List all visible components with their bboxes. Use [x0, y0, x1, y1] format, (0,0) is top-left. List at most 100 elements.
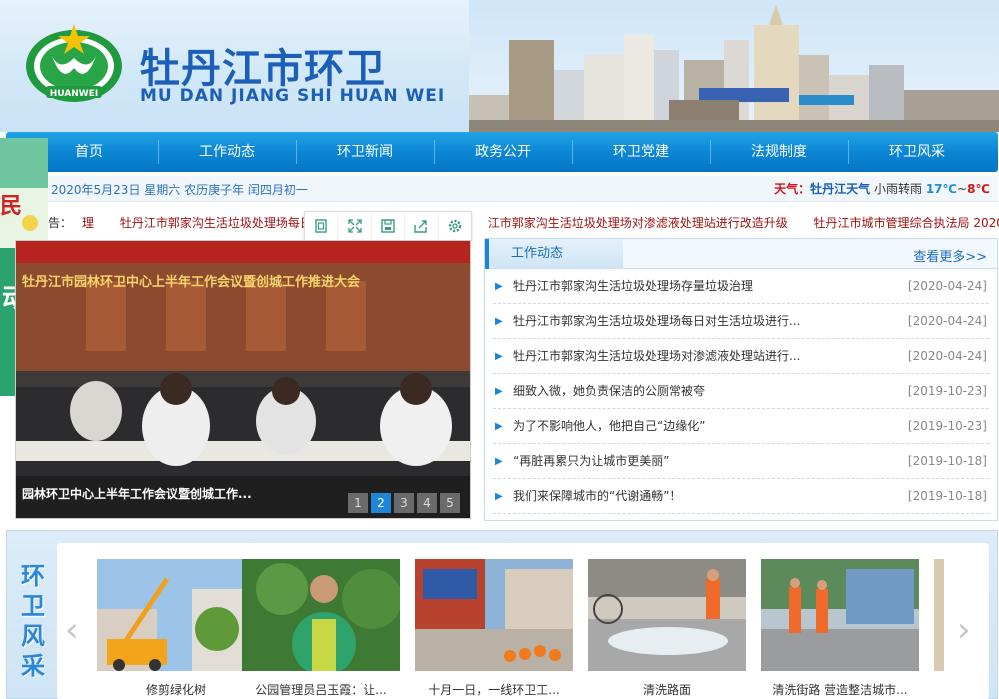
- notice-label: 告：: [48, 216, 73, 230]
- news-date: [2019-10-18]: [907, 489, 987, 503]
- arrow-right-icon: ▶: [495, 281, 503, 292]
- news-date: [2020-04-24]: [907, 314, 987, 328]
- nav-gallery[interactable]: 环卫风采: [848, 132, 986, 172]
- weather-desc: 小雨转雨: [873, 182, 922, 196]
- work-news-panel: 工作动态 查看更多>> ▶ 牡丹江市郭家沟生活垃圾处理场存量垃圾治理 [2020-0…: [484, 238, 998, 521]
- city-skyline-image: [469, 0, 999, 132]
- news-title[interactable]: 为了不影响他人，他把自己“边缘化”: [513, 409, 705, 444]
- news-item[interactable]: ▶ 为了不影响他人，他把自己“边缘化” [2019-10-23]: [493, 409, 989, 444]
- gallery-next-button[interactable]: ›: [957, 613, 971, 647]
- nav-regulations[interactable]: 法规制度: [710, 132, 848, 172]
- news-date: [2020-04-24]: [907, 279, 987, 293]
- gallery-item[interactable]: 修剪绿化树: [97, 559, 255, 698]
- gallery-caption: 修剪绿化树: [145, 683, 206, 697]
- news-item[interactable]: ▶ 细致入微，她负责保洁的公厕常被夸 [2019-10-23]: [493, 374, 989, 409]
- gallery-next-item-peek: [934, 559, 944, 671]
- nav-party-building[interactable]: 环卫党建: [572, 132, 710, 172]
- news-list: ▶ 牡丹江市郭家沟生活垃圾处理场存量垃圾治理 [2020-04-24] ▶ 牡丹江市郭家…: [485, 269, 997, 514]
- nav-sanitation-news[interactable]: 环卫新闻: [296, 132, 434, 172]
- news-title[interactable]: 我们来保障城市的“代谢通畅”！: [513, 479, 681, 514]
- arrow-right-icon: ▶: [495, 456, 503, 467]
- gallery-photo-tree-trimming: [97, 559, 255, 671]
- gallery-section: 环 卫 风 采 ‹ 修剪绿化树 公园管理员吕玉霞：让... 十月一日，一线环卫工…: [6, 530, 998, 699]
- arrow-right-icon: ▶: [495, 316, 503, 327]
- news-panel-header: 工作动态 查看更多>>: [485, 239, 997, 269]
- arrow-right-icon: ▶: [495, 351, 503, 362]
- slider-banner-text: 牡丹江市园林环卫中心上半年工作会议暨创城工作推进大会: [22, 275, 361, 290]
- gallery-carousel: ‹ 修剪绿化树 公园管理员吕玉霞：让... 十月一日，一线环卫工... 清洗路面…: [57, 543, 989, 699]
- gallery-label-char: 环: [21, 561, 45, 590]
- weather-widget: 天气：牡丹江天气 小雨转雨 17℃~8℃: [774, 180, 990, 197]
- news-title[interactable]: 牡丹江市郭家沟生活垃圾处理场对渗滤液处理站进行...: [513, 339, 800, 374]
- gallery-item[interactable]: 清洗街路 营造整洁城市...: [761, 559, 919, 698]
- notice-item[interactable]: 牡丹江市城市管理综合执法局 2020年: [814, 216, 999, 230]
- notice-item[interactable]: 牡丹江市郭家沟生活垃圾处理场每日: [120, 216, 312, 230]
- news-date: [2020-04-24]: [907, 349, 987, 363]
- view-more-link[interactable]: 查看更多>>: [913, 246, 987, 265]
- gallery-item[interactable]: 十月一日，一线环卫工...: [415, 559, 573, 698]
- slider-dot-active[interactable]: 2: [371, 493, 391, 513]
- news-title[interactable]: “再脏再累只为让城市更美丽”: [513, 444, 669, 479]
- news-date: [2019-10-23]: [907, 419, 987, 433]
- gallery-photo-park-worker: [242, 559, 402, 676]
- gear-icon[interactable]: [439, 212, 471, 240]
- gallery-label-char: 采: [21, 651, 45, 680]
- gallery-label-char: 卫: [21, 591, 45, 620]
- slider-dot[interactable]: 4: [417, 493, 437, 513]
- main-nav: 首页 工作动态 环卫新闻 政务公开 环卫党建 法规制度 环卫风采: [6, 132, 998, 172]
- gallery-label-char: 风: [21, 621, 45, 650]
- notice-item[interactable]: 江市郭家沟生活垃圾处理场对渗滤液处理站进行改造升级: [488, 216, 788, 230]
- site-logo[interactable]: HUANWEI: [22, 22, 126, 104]
- news-item[interactable]: ▶ “再脏再累只为让城市更美丽” [2019-10-18]: [493, 444, 989, 479]
- gallery-prev-button[interactable]: ‹: [65, 613, 79, 647]
- gallery-caption: 公园管理员吕玉霞：让...: [255, 683, 387, 697]
- gallery-photo-sanitation-workers: [415, 559, 573, 671]
- copy-icon[interactable]: [305, 212, 339, 240]
- arrow-right-icon: ▶: [495, 491, 503, 502]
- news-title[interactable]: 牡丹江市郭家沟生活垃圾处理场存量垃圾治理: [513, 269, 753, 304]
- gallery-item[interactable]: 清洗路面: [588, 559, 746, 698]
- temp-high: 8℃: [967, 182, 990, 196]
- news-item[interactable]: ▶ 牡丹江市郭家沟生活垃圾处理场每日对生活垃圾进行... [2020-04-24]: [493, 304, 989, 339]
- news-title[interactable]: 牡丹江市郭家沟生活垃圾处理场每日对生活垃圾进行...: [513, 304, 800, 339]
- slider-dot[interactable]: 1: [348, 493, 368, 513]
- svg-text:HUANWEI: HUANWEI: [50, 89, 99, 99]
- site-pinyin: MU DAN JIANG SHI HUAN WEI: [140, 86, 446, 106]
- weather-label: 天气：: [774, 182, 811, 196]
- image-toolbar: [304, 211, 472, 241]
- gallery-caption: 清洗路面: [642, 683, 691, 697]
- site-header: HUANWEI 牡丹江市环卫 MU DAN JIANG SHI HUAN WEI: [0, 0, 999, 132]
- arrow-right-icon: ▶: [495, 386, 503, 397]
- slider-dot[interactable]: 3: [394, 493, 414, 513]
- notice-marquee: 告： 理 牡丹江市郭家沟生活垃圾处理场每日 江市郭家沟生活垃圾处理场对渗滤液处理…: [0, 208, 999, 234]
- news-date: [2019-10-18]: [907, 454, 987, 468]
- news-item[interactable]: ▶ 我们来保障城市的“代谢通畅”！ [2019-10-18]: [493, 479, 989, 514]
- gallery-item[interactable]: 公园管理员吕玉霞：让...: [242, 559, 402, 698]
- save-icon[interactable]: [372, 212, 406, 240]
- date-weather-bar: 2020年5月23日 星期六 农历庚子年 闰四月初一 天气：牡丹江天气 小雨转雨…: [6, 176, 998, 202]
- nav-government-affairs[interactable]: 政务公开: [434, 132, 572, 172]
- slider-dot[interactable]: 5: [440, 493, 460, 513]
- gallery-label: 环 卫 风 采: [15, 561, 51, 681]
- share-icon[interactable]: [405, 212, 439, 240]
- temp-sep: ~: [957, 182, 968, 196]
- nav-work-news[interactable]: 工作动态: [158, 132, 296, 172]
- notice-item[interactable]: 理: [82, 216, 94, 230]
- news-date: [2019-10-23]: [907, 384, 987, 398]
- news-slider[interactable]: 牡丹江市园林环卫中心上半年工作会议暨创城工作推进大会 园林环卫中心上半年工作会议…: [15, 240, 471, 519]
- gallery-caption: 清洗街路 营造整洁城市...: [772, 683, 908, 697]
- gallery-photo-road-washing: [588, 559, 746, 671]
- current-date: 2020年5月23日 星期六 农历庚子年 闰四月初一: [51, 183, 308, 197]
- expand-icon[interactable]: [338, 212, 372, 240]
- weather-city-link[interactable]: 牡丹江天气: [810, 182, 870, 196]
- news-item[interactable]: ▶ 牡丹江市郭家沟生活垃圾处理场存量垃圾治理 [2020-04-24]: [493, 269, 989, 304]
- news-title[interactable]: 细致入微，她负责保洁的公厕常被夸: [513, 374, 705, 409]
- gallery-caption: 十月一日，一线环卫工...: [428, 683, 560, 697]
- news-item[interactable]: ▶ 牡丹江市郭家沟生活垃圾处理场对渗滤液处理站进行... [2020-04-24]: [493, 339, 989, 374]
- tab-work-news[interactable]: 工作动态: [485, 239, 623, 269]
- floating-ad-text: 民: [0, 194, 23, 219]
- slider-caption[interactable]: 园林环卫中心上半年工作会议暨创城工作...: [22, 485, 252, 502]
- slider-pagination: 1 2 3 4 5: [348, 493, 460, 513]
- gallery-photo-street-cleaning: [761, 559, 919, 671]
- arrow-right-icon: ▶: [495, 421, 503, 432]
